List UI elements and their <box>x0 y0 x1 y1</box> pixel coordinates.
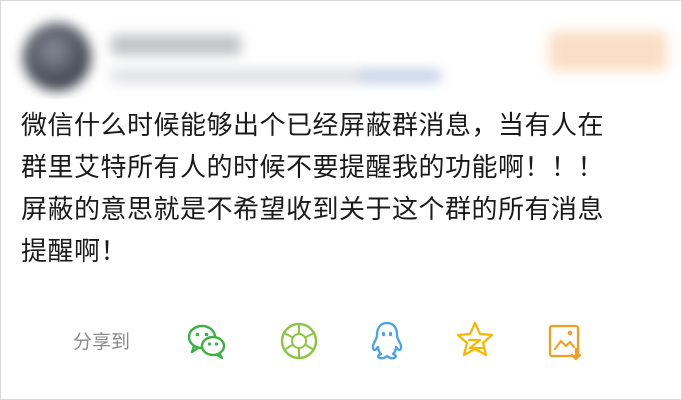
post-meta-redacted <box>111 69 441 83</box>
post-body: 微信什么时候能够出个已经屏蔽群消息，当有人在 群里艾特所有人的时候不要提醒我的功… <box>21 105 671 273</box>
qq-icon[interactable] <box>365 319 409 363</box>
share-bar: 分享到 <box>1 313 682 369</box>
avatar[interactable] <box>23 23 91 91</box>
post-line: 屏蔽的意思就是不希望收到关于这个群的所有消息 <box>21 195 605 225</box>
post-line: 群里艾特所有人的时候不要提醒我的功能啊！！！ <box>21 153 605 183</box>
post-header-blurred <box>1 1 682 99</box>
post-line: 微信什么时候能够出个已经屏蔽群消息，当有人在 <box>21 111 605 141</box>
weibo-icon[interactable] <box>543 319 587 363</box>
post-line: 提醒啊！ <box>21 237 128 267</box>
share-label: 分享到 <box>73 331 131 353</box>
author-name-redacted <box>111 35 241 55</box>
wechat-icon[interactable] <box>185 319 229 363</box>
qzone-icon[interactable] <box>453 319 497 363</box>
post-card: 微信什么时候能够出个已经屏蔽群消息，当有人在 群里艾特所有人的时候不要提醒我的功… <box>0 0 682 400</box>
follow-button[interactable] <box>549 31 667 71</box>
moments-icon[interactable] <box>277 319 321 363</box>
